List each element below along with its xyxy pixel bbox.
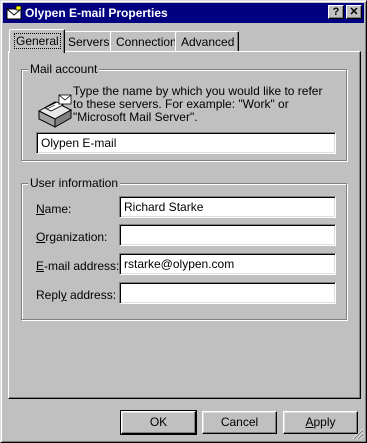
resize-grip-icon[interactable] — [352, 428, 364, 440]
mail-account-description: Type the name by which you would like to… — [73, 84, 323, 124]
window-title: Olypen E-mail Properties — [25, 6, 168, 20]
ok-button[interactable]: OK — [120, 410, 197, 435]
tab-connection[interactable]: Connection — [110, 31, 182, 51]
close-button[interactable]: ✕ — [346, 5, 362, 19]
mail-account-group: Mail account Type the name by which you … — [21, 62, 347, 161]
name-label: Name: — [36, 202, 72, 216]
tab-advanced-label: Advanced — [181, 35, 235, 49]
email-address-label: E-mail address: — [36, 259, 120, 273]
mail-account-group-label: Mail account — [28, 62, 100, 76]
tab-general-label: General — [14, 33, 61, 49]
tab-connection-label: Connection — [116, 35, 177, 49]
cancel-button[interactable]: Cancel — [202, 411, 277, 434]
general-tab-panel: Mail account Type the name by which you … — [8, 51, 361, 399]
organization-field[interactable] — [119, 224, 336, 246]
name-field[interactable]: Richard Starke — [119, 196, 336, 218]
tab-servers-label: Servers — [68, 35, 110, 49]
properties-dialog: Olypen E-mail Properties ? ✕ General Ser… — [0, 0, 367, 443]
help-button[interactable]: ? — [328, 5, 344, 19]
mail-server-icon — [37, 94, 73, 128]
email-address-field[interactable]: rstarke@olypen.com — [119, 253, 336, 275]
user-information-group: User information Name: Richard Starke Or… — [21, 176, 347, 320]
tab-general[interactable]: General — [9, 29, 65, 53]
tab-advanced[interactable]: Advanced — [175, 31, 240, 51]
account-name-field[interactable]: Olypen E-mail — [36, 132, 336, 154]
title-bar[interactable]: Olypen E-mail Properties ? ✕ — [3, 3, 364, 23]
organization-label: Organization: — [36, 230, 108, 244]
reply-address-field[interactable] — [119, 282, 336, 304]
reply-address-label: Reply address: — [36, 288, 117, 302]
mail-app-icon — [6, 5, 22, 20]
tab-servers[interactable]: Servers — [62, 31, 115, 51]
user-information-group-label: User information — [28, 176, 121, 190]
apply-button[interactable]: Apply — [283, 411, 358, 434]
